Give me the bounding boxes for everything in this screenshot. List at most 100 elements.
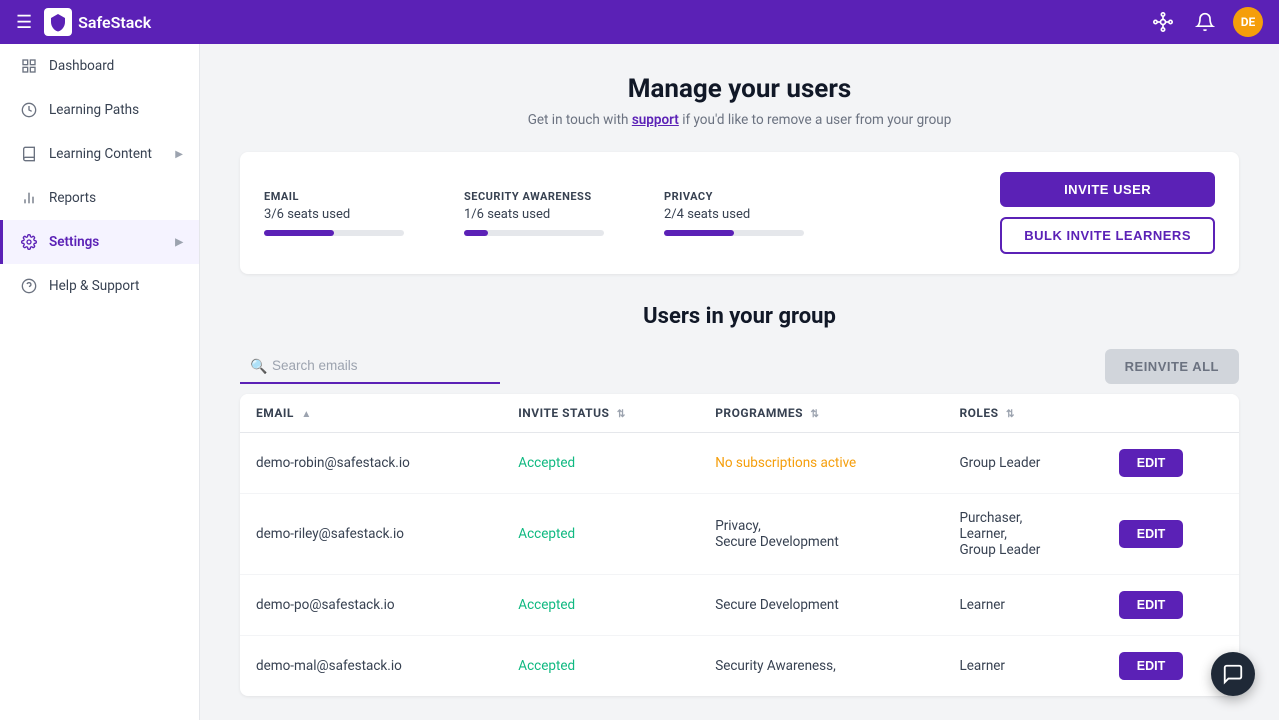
settings-icon [19, 232, 39, 252]
roles-sort-icon: ⇅ [1006, 409, 1015, 420]
stats-card: EMAIL 3/6 seats used SECURITY AWARENESS … [240, 152, 1239, 274]
logo-icon [44, 8, 72, 36]
stats-actions: INVITE USER BULK INVITE LEARNERS [1000, 172, 1215, 254]
sidebar-item-reports-label: Reports [49, 190, 183, 206]
row-roles: Learner [943, 636, 1102, 697]
table-body: demo-robin@safestack.io Accepted No subs… [240, 433, 1239, 697]
stat-privacy-label: PRIVACY [664, 190, 804, 203]
stat-secure-development-bar-bg [264, 230, 404, 236]
row-programmes: Privacy,Secure Development [699, 494, 943, 575]
users-table: EMAIL ▲ INVITE STATUS ⇅ PROGRAMMES ⇅ ROL… [240, 394, 1239, 696]
hamburger-icon[interactable]: ☰ [16, 12, 32, 33]
edit-button[interactable]: EDIT [1119, 652, 1183, 680]
table-row: demo-riley@safestack.io Accepted Privacy… [240, 494, 1239, 575]
row-status: Accepted [502, 575, 699, 636]
sidebar-item-learning-content-label: Learning Content [49, 146, 165, 162]
top-navigation: ☰ SafeStack DE [0, 0, 1279, 44]
stats-items: EMAIL 3/6 seats used SECURITY AWARENESS … [264, 190, 804, 236]
stat-privacy: PRIVACY 2/4 seats used [664, 190, 804, 236]
sidebar-item-help-support-label: Help & Support [49, 278, 183, 294]
topnav-right: DE [1149, 7, 1263, 37]
logo: SafeStack [44, 8, 151, 36]
row-roles: Purchaser,Learner,Group Leader [943, 494, 1102, 575]
row-programmes: No subscriptions active [699, 433, 943, 494]
search-wrapper: 🔍 [240, 349, 500, 384]
table-row: demo-robin@safestack.io Accepted No subs… [240, 433, 1239, 494]
support-link[interactable]: support [632, 112, 679, 128]
sidebar-item-learning-paths[interactable]: Learning Paths [0, 88, 199, 132]
row-programmes: Security Awareness, [699, 636, 943, 697]
dashboard-icon [19, 56, 39, 76]
sidebar-item-dashboard-label: Dashboard [49, 58, 183, 74]
sidebar: Dashboard Learning Paths Learning Conten… [0, 44, 200, 720]
table-row: demo-mal@safestack.io Accepted Security … [240, 636, 1239, 697]
topnav-left: ☰ SafeStack [16, 8, 151, 36]
stat-security-awareness-value: 1/6 seats used [464, 207, 604, 222]
table-header: EMAIL ▲ INVITE STATUS ⇅ PROGRAMMES ⇅ ROL… [240, 394, 1239, 433]
sidebar-item-learning-paths-label: Learning Paths [49, 102, 183, 118]
col-email[interactable]: EMAIL ▲ [240, 394, 502, 433]
stat-security-awareness-label: SECURITY AWARENESS [464, 190, 604, 203]
row-actions: EDIT [1103, 494, 1239, 575]
row-actions: EDIT [1103, 575, 1239, 636]
row-roles: Learner [943, 575, 1102, 636]
edit-button[interactable]: EDIT [1119, 591, 1183, 619]
col-programmes[interactable]: PROGRAMMES ⇅ [699, 394, 943, 433]
stat-security-awareness-bar-fill [464, 230, 488, 236]
invite-status-sort-icon: ⇅ [617, 409, 626, 420]
col-actions [1103, 394, 1239, 433]
reports-icon [19, 188, 39, 208]
stat-secure-development-label: EMAIL [264, 190, 404, 203]
edit-button[interactable]: EDIT [1119, 520, 1183, 548]
stat-security-awareness-bar-bg [464, 230, 604, 236]
table-toolbar: 🔍 REINVITE ALL [240, 349, 1239, 384]
email-sort-icon: ▲ [301, 409, 311, 420]
chevron-right-icon-settings: ▶ [175, 237, 183, 248]
invite-user-button[interactable]: INVITE USER [1000, 172, 1215, 207]
reinvite-all-button[interactable]: REINVITE ALL [1105, 349, 1239, 384]
help-icon [19, 276, 39, 296]
row-roles: Group Leader [943, 433, 1102, 494]
subtitle-suffix: if you'd like to remove a user from your… [679, 112, 951, 128]
user-avatar[interactable]: DE [1233, 7, 1263, 37]
app-layout: Dashboard Learning Paths Learning Conten… [0, 44, 1279, 720]
stat-secure-development-bar-fill [264, 230, 334, 236]
bulk-invite-button[interactable]: BULK INVITE LEARNERS [1000, 217, 1215, 254]
programmes-sort-icon: ⇅ [810, 409, 819, 420]
col-invite-status[interactable]: INVITE STATUS ⇅ [502, 394, 699, 433]
page-title: Manage your users [240, 74, 1239, 104]
sidebar-item-help-support[interactable]: Help & Support [0, 264, 199, 308]
row-email: demo-mal@safestack.io [240, 636, 502, 697]
stat-secure-development: EMAIL 3/6 seats used [264, 190, 404, 236]
row-actions: EDIT [1103, 433, 1239, 494]
row-email: demo-po@safestack.io [240, 575, 502, 636]
chevron-right-icon: ▶ [175, 149, 183, 160]
chat-bubble-button[interactable] [1211, 652, 1255, 696]
table-row: demo-po@safestack.io Accepted Secure Dev… [240, 575, 1239, 636]
main-content: Manage your users Get in touch with supp… [200, 44, 1279, 720]
row-status: Accepted [502, 636, 699, 697]
stat-security-awareness: SECURITY AWARENESS 1/6 seats used [464, 190, 604, 236]
stat-secure-development-value: 3/6 seats used [264, 207, 404, 222]
row-email: demo-robin@safestack.io [240, 433, 502, 494]
sidebar-item-dashboard[interactable]: Dashboard [0, 44, 199, 88]
row-status: Accepted [502, 433, 699, 494]
search-icon: 🔍 [250, 359, 267, 375]
row-email: demo-riley@safestack.io [240, 494, 502, 575]
users-section-title: Users in your group [240, 304, 1239, 329]
row-programmes: Secure Development [699, 575, 943, 636]
edit-button[interactable]: EDIT [1119, 449, 1183, 477]
sidebar-item-reports[interactable]: Reports [0, 176, 199, 220]
users-table-container: EMAIL ▲ INVITE STATUS ⇅ PROGRAMMES ⇅ ROL… [240, 394, 1239, 696]
col-roles[interactable]: ROLES ⇅ [943, 394, 1102, 433]
integrations-icon[interactable] [1149, 8, 1177, 36]
sidebar-item-settings[interactable]: Settings ▶ [0, 220, 199, 264]
page-subtitle: Get in touch with support if you'd like … [240, 112, 1239, 128]
learning-content-icon [19, 144, 39, 164]
search-input[interactable] [240, 349, 500, 384]
stat-privacy-bar-bg [664, 230, 804, 236]
logo-text: SafeStack [78, 13, 151, 32]
sidebar-item-learning-content[interactable]: Learning Content ▶ [0, 132, 199, 176]
sidebar-item-settings-label: Settings [49, 234, 165, 250]
notifications-icon[interactable] [1191, 8, 1219, 36]
